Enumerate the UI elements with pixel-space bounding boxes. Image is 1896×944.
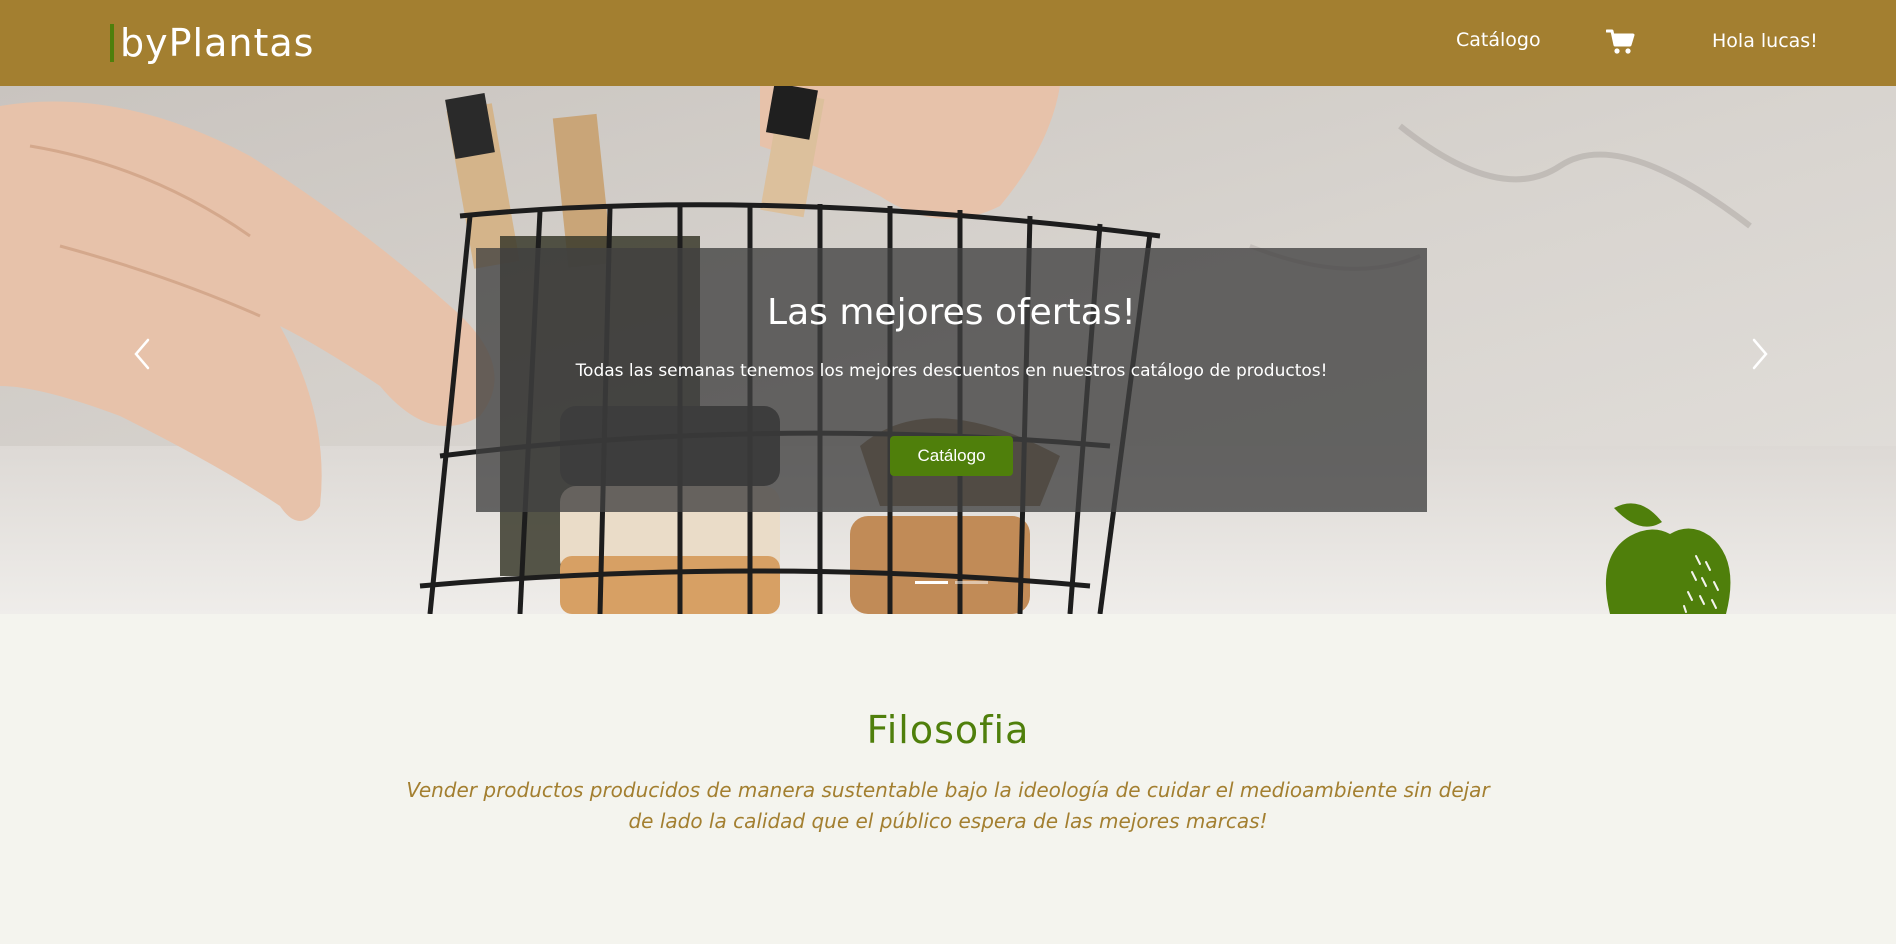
carousel-description: Todas las semanas tenemos los mejores de… bbox=[575, 361, 1328, 381]
user-greeting-link[interactable]: Hola lucas! bbox=[1712, 30, 1818, 52]
brand-accent-bar bbox=[110, 24, 114, 62]
philosophy-text: Vender productos producidos de manera su… bbox=[406, 778, 1490, 833]
nav-catalog-link[interactable]: Catálogo bbox=[1456, 29, 1541, 51]
catalog-button[interactable]: Catálogo bbox=[890, 436, 1013, 476]
brand-logo[interactable]: byPlantas bbox=[110, 20, 314, 66]
chevron-right-icon[interactable] bbox=[1740, 332, 1780, 376]
navbar: byPlantas Catálogo Hola lucas! bbox=[0, 0, 1896, 86]
carousel-indicator-2[interactable] bbox=[955, 581, 988, 584]
brand-name: byPlantas bbox=[120, 21, 315, 65]
carousel-caption: Las mejores ofertas! Todas las semanas t… bbox=[476, 248, 1427, 512]
philosophy-title: Filosofia bbox=[866, 708, 1030, 752]
hero-carousel: Las mejores ofertas! Todas las semanas t… bbox=[0, 86, 1896, 614]
apple-icon bbox=[1605, 503, 1731, 614]
carousel-indicator-1[interactable] bbox=[915, 581, 948, 584]
shopping-cart-icon[interactable] bbox=[1605, 27, 1636, 57]
carousel-title: Las mejores ofertas! bbox=[767, 292, 1136, 333]
chevron-left-icon[interactable] bbox=[122, 332, 162, 376]
carousel-indicators bbox=[915, 581, 988, 584]
